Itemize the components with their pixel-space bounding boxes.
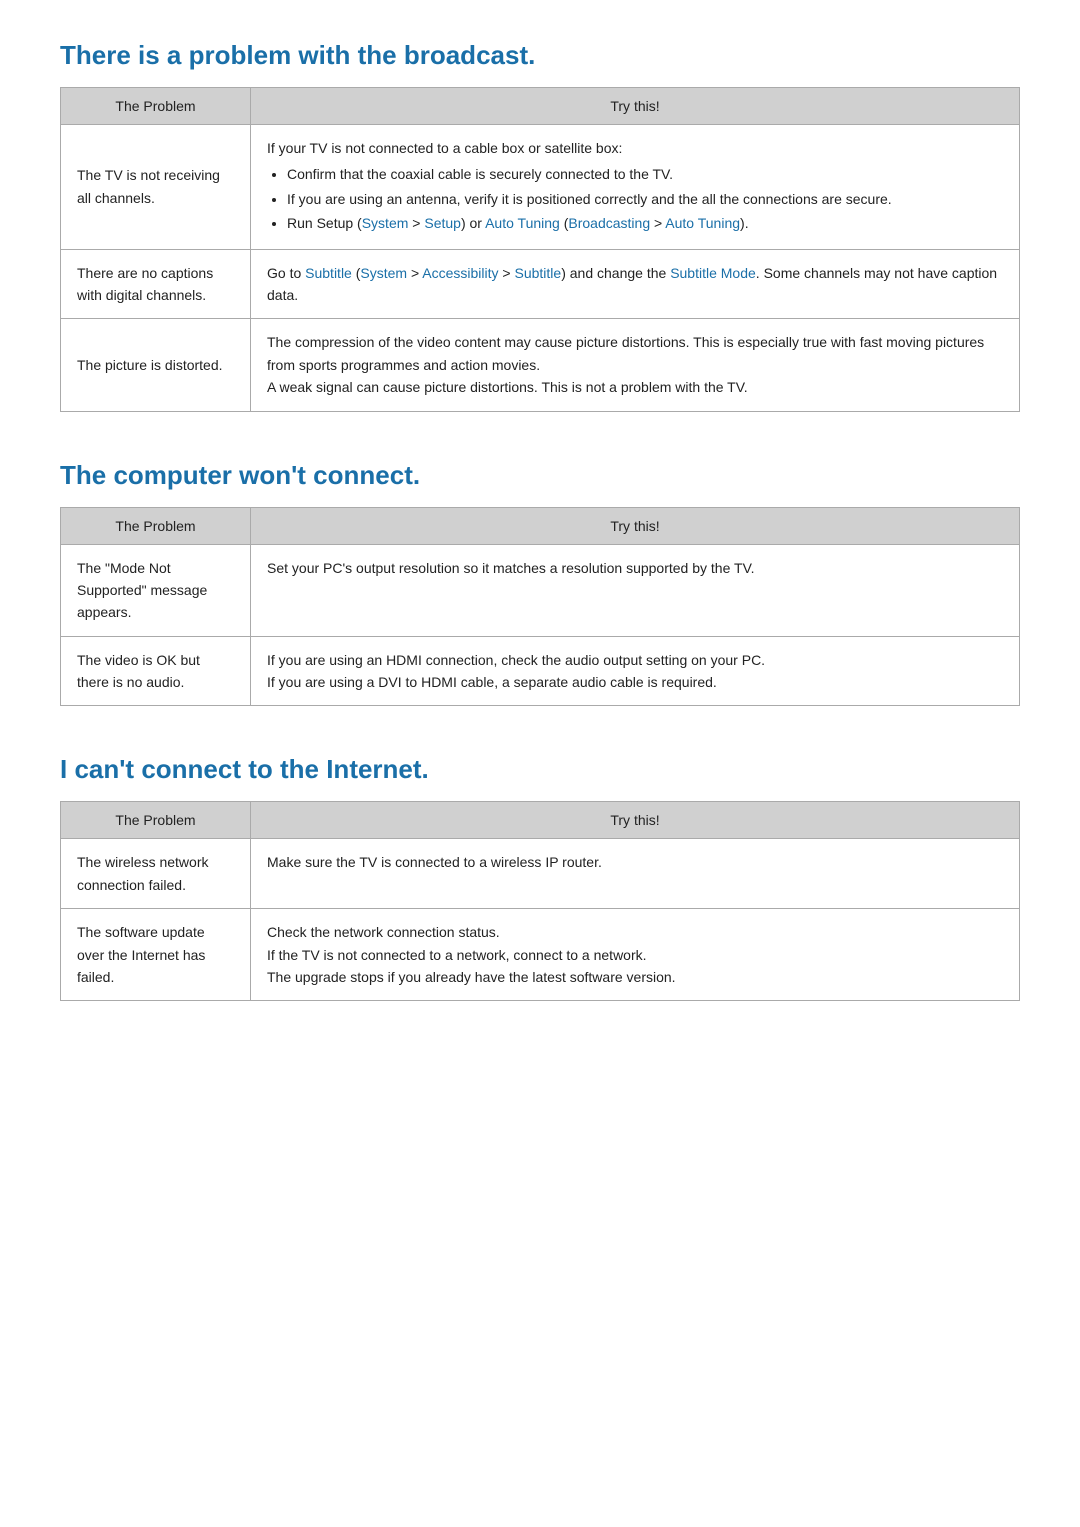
auto-tuning-link2[interactable]: Auto Tuning xyxy=(665,215,740,231)
internet-section: I can't connect to the Internet. The Pro… xyxy=(60,754,1020,1001)
internet-title: I can't connect to the Internet. xyxy=(60,754,1020,785)
table-row: The wireless network connection failed. … xyxy=(61,839,1020,909)
computer-col1-header: The Problem xyxy=(61,507,251,544)
solution-cell: Make sure the TV is connected to a wirel… xyxy=(251,839,1020,909)
problem-cell: The picture is distorted. xyxy=(61,319,251,411)
problem-cell: There are no captions with digital chann… xyxy=(61,249,251,319)
table-row: The "Mode Not Supported" message appears… xyxy=(61,544,1020,636)
problem-cell: The video is OK but there is no audio. xyxy=(61,636,251,706)
problem-cell: The "Mode Not Supported" message appears… xyxy=(61,544,251,636)
broadcast-title: There is a problem with the broadcast. xyxy=(60,40,1020,71)
table-row: The TV is not receiving all channels. If… xyxy=(61,125,1020,250)
list-item: Confirm that the coaxial cable is secure… xyxy=(287,163,1003,185)
solution-cell: Check the network connection status. If … xyxy=(251,909,1020,1001)
broadcast-col2-header: Try this! xyxy=(251,88,1020,125)
list-item: If you are using an antenna, verify it i… xyxy=(287,188,1003,210)
broadcast-section: There is a problem with the broadcast. T… xyxy=(60,40,1020,412)
internet-table: The Problem Try this! The wireless netwo… xyxy=(60,801,1020,1001)
problem-cell: The software update over the Internet ha… xyxy=(61,909,251,1001)
computer-table: The Problem Try this! The "Mode Not Supp… xyxy=(60,507,1020,707)
table-row: The video is OK but there is no audio. I… xyxy=(61,636,1020,706)
list-item: Run Setup (System > Setup) or Auto Tunin… xyxy=(287,212,1003,234)
broadcast-col1-header: The Problem xyxy=(61,88,251,125)
solution-cell: Go to Subtitle (System > Accessibility >… xyxy=(251,249,1020,319)
problem-cell: The wireless network connection failed. xyxy=(61,839,251,909)
subtitle-link[interactable]: Subtitle xyxy=(305,265,352,281)
broadcasting-link[interactable]: Broadcasting xyxy=(568,215,650,231)
solution-cell: If your TV is not connected to a cable b… xyxy=(251,125,1020,250)
subtitle-mode-link[interactable]: Subtitle Mode xyxy=(670,265,756,281)
table-row: There are no captions with digital chann… xyxy=(61,249,1020,319)
auto-tuning-link[interactable]: Auto Tuning xyxy=(485,215,560,231)
broadcast-table: The Problem Try this! The TV is not rece… xyxy=(60,87,1020,412)
computer-section: The computer won't connect. The Problem … xyxy=(60,460,1020,707)
table-row: The software update over the Internet ha… xyxy=(61,909,1020,1001)
solution-cell: If you are using an HDMI connection, che… xyxy=(251,636,1020,706)
subtitle-link2[interactable]: Subtitle xyxy=(515,265,562,281)
solution-cell: Set your PC's output resolution so it ma… xyxy=(251,544,1020,636)
setup-link[interactable]: System xyxy=(362,215,409,231)
internet-col2-header: Try this! xyxy=(251,802,1020,839)
internet-col1-header: The Problem xyxy=(61,802,251,839)
problem-cell: The TV is not receiving all channels. xyxy=(61,125,251,250)
solution-cell: The compression of the video content may… xyxy=(251,319,1020,411)
system-link[interactable]: System xyxy=(360,265,407,281)
setup-link2[interactable]: Setup xyxy=(424,215,461,231)
table-row: The picture is distorted. The compressio… xyxy=(61,319,1020,411)
accessibility-link[interactable]: Accessibility xyxy=(422,265,498,281)
computer-col2-header: Try this! xyxy=(251,507,1020,544)
computer-title: The computer won't connect. xyxy=(60,460,1020,491)
